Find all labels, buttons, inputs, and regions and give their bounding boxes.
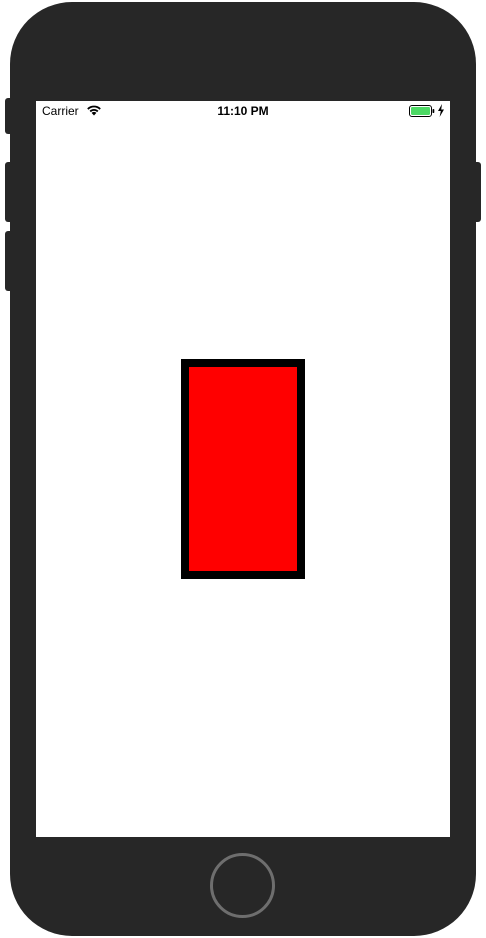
charging-bolt-icon: [438, 104, 444, 117]
red-rectangle-view: [181, 359, 305, 579]
device-screen: Carrier 11:10 PM: [36, 101, 450, 837]
status-bar: Carrier 11:10 PM: [36, 101, 450, 121]
status-time: 11:10 PM: [217, 104, 269, 118]
device-stage: Carrier 11:10 PM: [0, 0, 486, 938]
home-button[interactable]: [210, 853, 275, 918]
battery-full-icon: [409, 105, 435, 117]
